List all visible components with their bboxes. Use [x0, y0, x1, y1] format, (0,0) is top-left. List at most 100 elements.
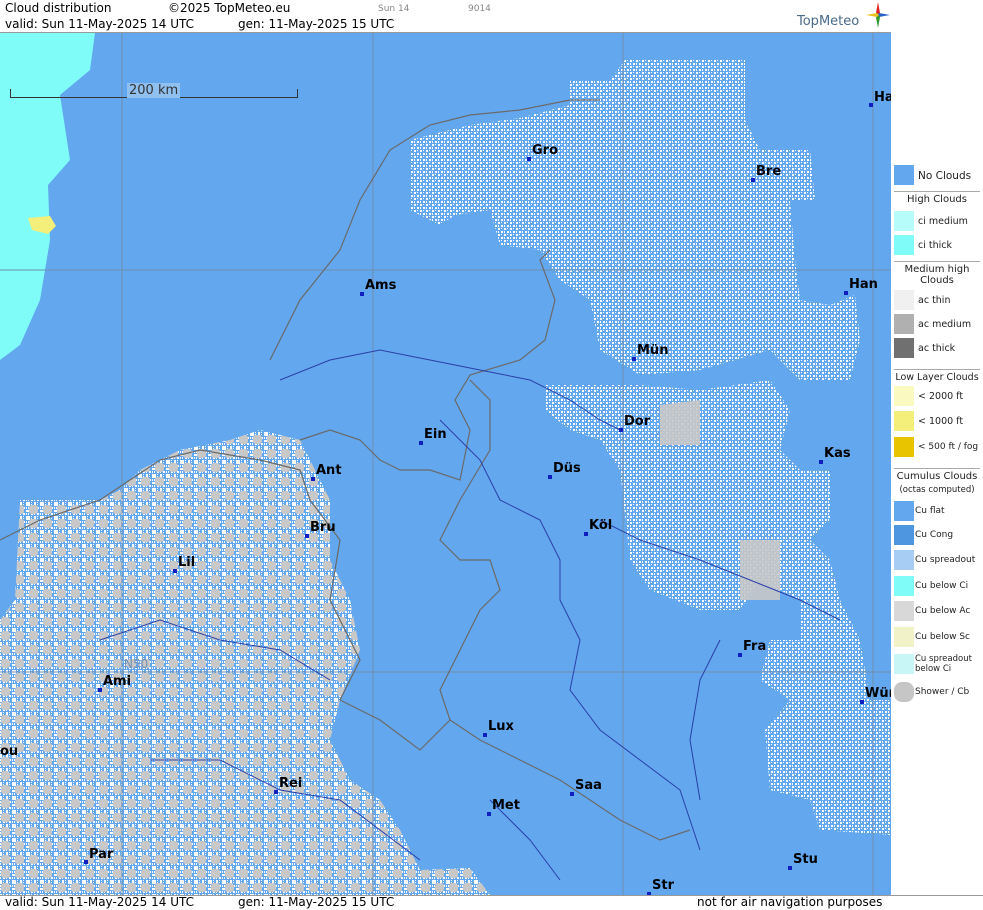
legend-ci-thick: ci thick	[892, 235, 983, 257]
legend-cu-below-ci: Cu below Ci	[892, 576, 983, 598]
swatch-cu-spreadout-below-ci	[894, 654, 914, 674]
city-label: ou	[0, 744, 19, 759]
swatch-cu-below-sc	[894, 627, 914, 647]
legend-label: ac thick	[918, 343, 956, 354]
cloud-map[interactable]: 200 km N50 Gro Bre Ha Ams Han Mün Dor Ei…	[0, 33, 891, 895]
city-label: Met	[492, 798, 520, 813]
legend-ac-thin: ac thin	[892, 290, 983, 312]
map-header: Cloud distribution ©2025 TopMeteo.eu Sun…	[0, 0, 891, 33]
swatch-ci-medium	[894, 211, 914, 231]
legend-label: ac medium	[918, 319, 972, 330]
city-label: Lux	[488, 719, 514, 734]
legend-cu-cong: Cu Cong	[892, 525, 983, 547]
map-title: Cloud distribution	[5, 1, 112, 15]
legend-cu-head: Cumulus Clouds	[894, 468, 980, 482]
city-label: Saa	[575, 778, 602, 793]
legend-label: Cu below Ac	[915, 606, 971, 616]
run-code: 9014	[468, 4, 491, 14]
city-label: Ams	[365, 278, 397, 293]
city-label: Dor	[624, 414, 651, 429]
latitude-label: N50	[124, 657, 149, 671]
legend-label: ac thin	[918, 295, 951, 306]
map-canvas	[0, 33, 891, 895]
swatch-low-2000	[894, 386, 914, 406]
legend-label: ci thick	[918, 240, 952, 251]
swatch-cu-below-ci	[894, 576, 914, 596]
topmeteo-logo: TopMeteo	[797, 14, 860, 29]
swatch-cu-below-ac	[894, 601, 914, 621]
city-label: Mün	[637, 343, 669, 358]
legend-label: Cu spreadout below Ci	[915, 654, 972, 674]
legend-cu-spreadout-below-ci: Cu spreadout below Ci	[892, 652, 983, 678]
legend-label: < 2000 ft	[918, 391, 964, 402]
swatch-cu-spreadout	[894, 550, 914, 570]
legend-cu-spreadout: Cu spreadout	[892, 550, 983, 572]
swatch-ac-thick	[894, 338, 914, 358]
swatch-cu-flat	[894, 501, 914, 521]
generated-time: gen: 11-May-2025 15 UTC	[238, 17, 395, 31]
legend-label: < 500 ft / fog	[918, 442, 979, 452]
legend-label: No Clouds	[918, 170, 972, 182]
legend-no-clouds: No Clouds	[892, 165, 983, 187]
legend-ac-thick: ac thick	[892, 338, 983, 360]
legend-label: Cu flat	[915, 506, 945, 516]
legend-shower: Shower / Cb	[892, 682, 983, 704]
legend-ac-medium: ac medium	[892, 314, 983, 336]
swatch-no-clouds	[894, 165, 914, 185]
city-label: Fra	[743, 639, 767, 654]
city-label: Bru	[310, 520, 336, 535]
legend-low-500: < 500 ft / fog	[892, 437, 983, 459]
legend-high-head: High Clouds	[894, 191, 980, 205]
swatch-ac-medium	[894, 314, 914, 334]
legend-label: ci medium	[918, 216, 968, 227]
run-tag: Sun 14	[378, 4, 410, 14]
city-label: Bre	[756, 164, 782, 179]
swatch-ci-thick	[894, 235, 914, 255]
footer-generated-time: gen: 11-May-2025 15 UTC	[238, 895, 395, 909]
legend-label: < 1000 ft	[918, 416, 964, 427]
legend-low-1000: < 1000 ft	[892, 411, 983, 433]
city-label: Han	[849, 277, 878, 292]
city-label: Köl	[589, 518, 613, 533]
city-label: Stu	[793, 852, 818, 867]
legend-ci-medium: ci medium	[892, 211, 983, 233]
city-label: Lil	[178, 555, 196, 570]
city-label: Düs	[553, 461, 581, 476]
legend-label: Cu below Ci	[915, 581, 969, 591]
legend-label: Cu spreadout	[915, 555, 976, 565]
legend-label: Cu below Sc	[915, 632, 970, 642]
navigation-disclaimer: not for air navigation purposes	[697, 895, 883, 909]
city-label: Ha	[874, 90, 891, 105]
legend-low-2000: < 2000 ft	[892, 386, 983, 408]
legend-cu-flat: Cu flat	[892, 501, 983, 523]
valid-time: valid: Sun 11-May-2025 14 UTC	[5, 17, 194, 31]
cloud-legend: No Clouds High Clouds ci medium ci thick…	[892, 160, 983, 720]
city-label: Ant	[316, 463, 342, 478]
swatch-low-1000	[894, 411, 914, 431]
compass-star-icon	[866, 2, 890, 28]
city-label: Kas	[824, 446, 851, 461]
city-label: Gro	[532, 143, 559, 158]
city-label: Rei	[279, 776, 303, 791]
city-label: Ami	[103, 674, 132, 689]
swatch-ac-thin	[894, 290, 914, 310]
map-footer: valid: Sun 11-May-2025 14 UTC gen: 11-Ma…	[0, 895, 983, 910]
legend-cu-below-ac: Cu below Ac	[892, 601, 983, 623]
ci-thick-area	[0, 33, 95, 360]
legend-label: Shower / Cb	[915, 687, 970, 697]
city-label: Ein	[424, 427, 447, 442]
legend-label: Cu Cong	[915, 530, 954, 540]
city-label: Str	[652, 878, 674, 893]
legend-cu-sub: (octas computed)	[899, 485, 975, 495]
scale-label: 200 km	[127, 83, 181, 98]
city-label: Par	[89, 847, 114, 862]
legend-low-head: Low Layer Clouds	[894, 369, 980, 383]
swatch-low-500	[894, 437, 914, 457]
swatch-shower	[894, 682, 914, 702]
cu-area-north	[410, 60, 860, 380]
swatch-cu-cong	[894, 525, 914, 545]
scale-bar: 200 km	[10, 83, 298, 101]
legend-cu-below-sc: Cu below Sc	[892, 627, 983, 649]
legend-medium-head: Medium high Clouds	[894, 261, 980, 286]
city-label: Wür	[865, 686, 891, 701]
